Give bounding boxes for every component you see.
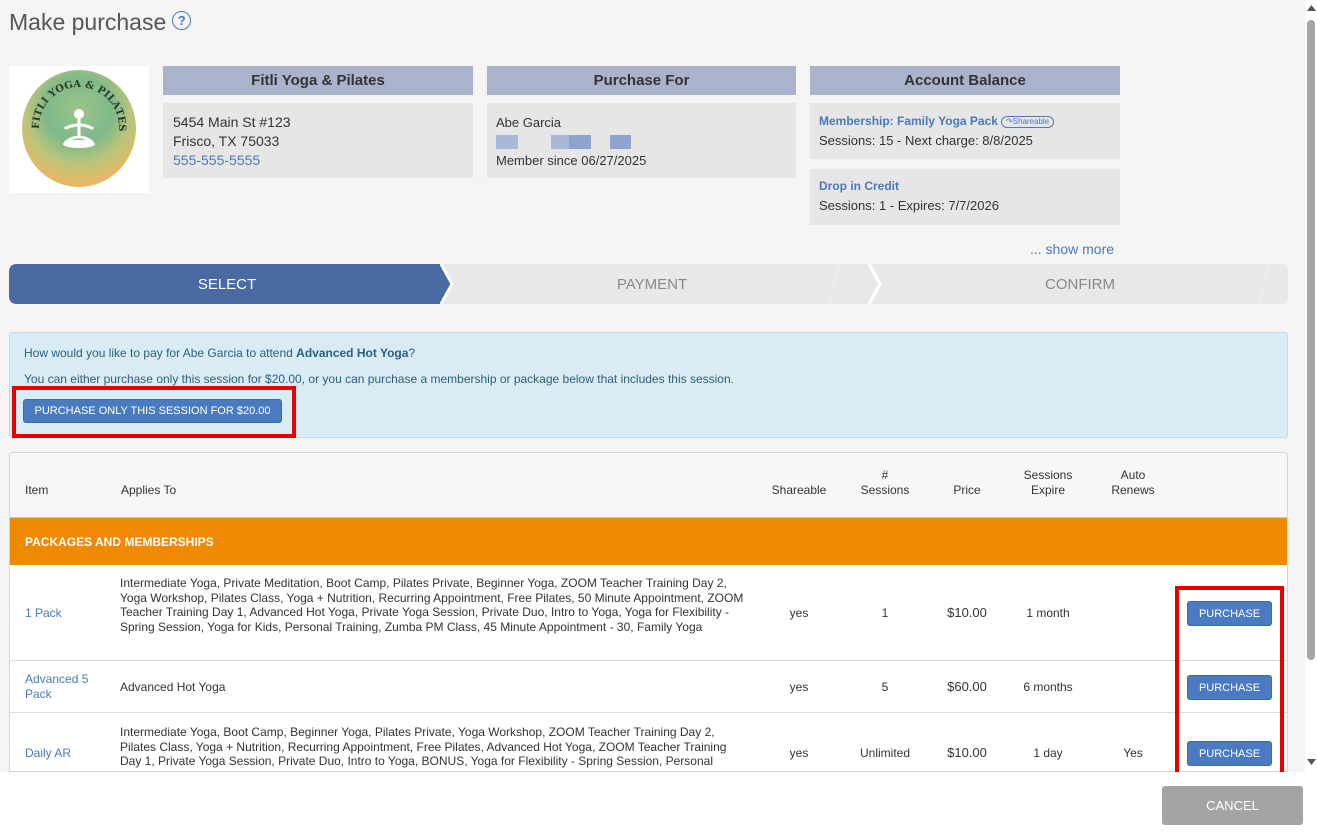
purchase-dialog: Make purchase ? FITLI YOGA & PILATES Fit… — [0, 0, 1305, 772]
sessions-value: 5 — [881, 680, 889, 694]
expire-value: 1 day — [1033, 746, 1063, 760]
page-title: Make purchase ? — [9, 9, 192, 36]
checkout-steps: SELECT PAYMENT CONFIRM — [9, 264, 1288, 304]
sessions-value: 1 — [881, 606, 889, 620]
step-confirm: CONFIRM — [1045, 275, 1115, 293]
price-value: $10.00 — [947, 605, 987, 620]
packages-table: Item Applies To Shareable # Sessions Pric… — [9, 452, 1288, 772]
class-name: Advanced Hot Yoga — [296, 346, 409, 360]
item-link[interactable]: Daily AR — [25, 746, 71, 760]
member-since: Member since 06/27/2025 — [496, 153, 647, 168]
shareable-value: yes — [789, 680, 809, 694]
account-balance-heading: Account Balance — [810, 66, 1120, 95]
address-line1: 5454 Main St #123 — [173, 114, 291, 130]
item-link[interactable]: 1 Pack — [25, 606, 62, 620]
table-row: Advanced 5 Pack Advanced Hot Yoga yes 5 … — [10, 661, 1287, 713]
table-header: Item Applies To Shareable # Sessions Pric… — [10, 453, 1287, 518]
scroll-up-arrow-icon[interactable] — [1306, 2, 1316, 14]
address-line2: Frisco, TX 75033 — [173, 133, 280, 149]
purchase-for-heading: Purchase For — [487, 66, 796, 95]
scrollbar-thumb[interactable] — [1307, 20, 1315, 660]
shareable-badge: ↷Shareable — [1000, 115, 1055, 128]
table-row: Daily AR Intermediate Yoga, Boot Camp, B… — [10, 713, 1287, 771]
applies-to-text: Intermediate Yoga, Boot Camp, Beginner Y… — [120, 725, 727, 768]
table-row: 1 Pack Intermediate Yoga, Private Medita… — [10, 565, 1287, 661]
item-link[interactable]: Advanced 5 Pack — [25, 672, 89, 702]
info-question: How would you like to pay for Abe Garcia… — [24, 346, 416, 360]
expire-value: 1 month — [1026, 606, 1070, 620]
info-explanation: You can either purchase only this sessio… — [24, 372, 734, 386]
balance-item-title[interactable]: Drop in Credit — [819, 177, 1111, 196]
scroll-down-arrow-icon[interactable] — [1306, 756, 1316, 768]
col-sessions-expire: Sessions Expire — [1023, 468, 1073, 497]
auto-renews-value: Yes — [1123, 746, 1143, 760]
step-select: SELECT — [197, 275, 257, 293]
col-sessions: # Sessions — [860, 468, 910, 497]
balance-item-detail: Sessions: 1 - Expires: 7/7/2026 — [819, 198, 999, 213]
applies-to-text: Intermediate Yoga, Private Meditation, B… — [120, 576, 744, 634]
col-price: Price — [953, 483, 981, 497]
balance-item-title[interactable]: Membership: Family Yoga Pack — [819, 114, 998, 128]
purchase-for-info: Abe Garcia Member since 06/27/2025 — [487, 103, 796, 178]
highlight-box — [1175, 586, 1284, 772]
balance-item-detail: Sessions: 15 - Next charge: 8/8/2025 — [819, 133, 1033, 148]
step-payment: PAYMENT — [616, 275, 688, 293]
redacted-contact — [496, 132, 786, 151]
sessions-value: Unlimited — [859, 746, 910, 760]
studio-phone-link[interactable]: 555-555-5555 — [173, 151, 463, 170]
logo-image: FITLI YOGA & PILATES — [22, 70, 136, 187]
balance-item: Drop in Credit Sessions: 1 - Expires: 7/… — [810, 169, 1120, 225]
col-shareable: Shareable — [771, 483, 827, 497]
cancel-button[interactable]: CANCEL — [1162, 786, 1303, 825]
member-name: Abe Garcia — [496, 115, 562, 130]
shareable-value: yes — [789, 746, 809, 760]
price-value: $60.00 — [947, 679, 987, 694]
studio-info: 5454 Main St #123 Frisco, TX 75033 555-5… — [163, 103, 473, 178]
shareable-value: yes — [789, 606, 809, 620]
applies-to-text: Advanced Hot Yoga — [120, 680, 226, 694]
col-item: Item — [25, 483, 49, 497]
question-circle-icon[interactable]: ? — [172, 11, 192, 30]
show-more-link[interactable]: ... show more — [1030, 241, 1114, 257]
balance-item: Membership: Family Yoga Pack ↷Shareable S… — [810, 103, 1120, 159]
col-auto-renews: Auto Renews — [1111, 468, 1155, 497]
price-value: $10.00 — [947, 745, 987, 760]
studio-name: Fitli Yoga & Pilates — [163, 66, 473, 95]
expire-value: 6 months — [1023, 680, 1073, 694]
vertical-scrollbar[interactable] — [1305, 0, 1317, 772]
col-applies-to: Applies To — [121, 483, 177, 497]
page-title-text: Make purchase — [9, 9, 167, 35]
section-packages-memberships: PACKAGES AND MEMBERSHIPS — [10, 518, 1287, 565]
studio-logo: FITLI YOGA & PILATES — [9, 66, 149, 193]
highlight-box — [12, 386, 296, 438]
share-icon: ↷ — [1005, 116, 1013, 126]
